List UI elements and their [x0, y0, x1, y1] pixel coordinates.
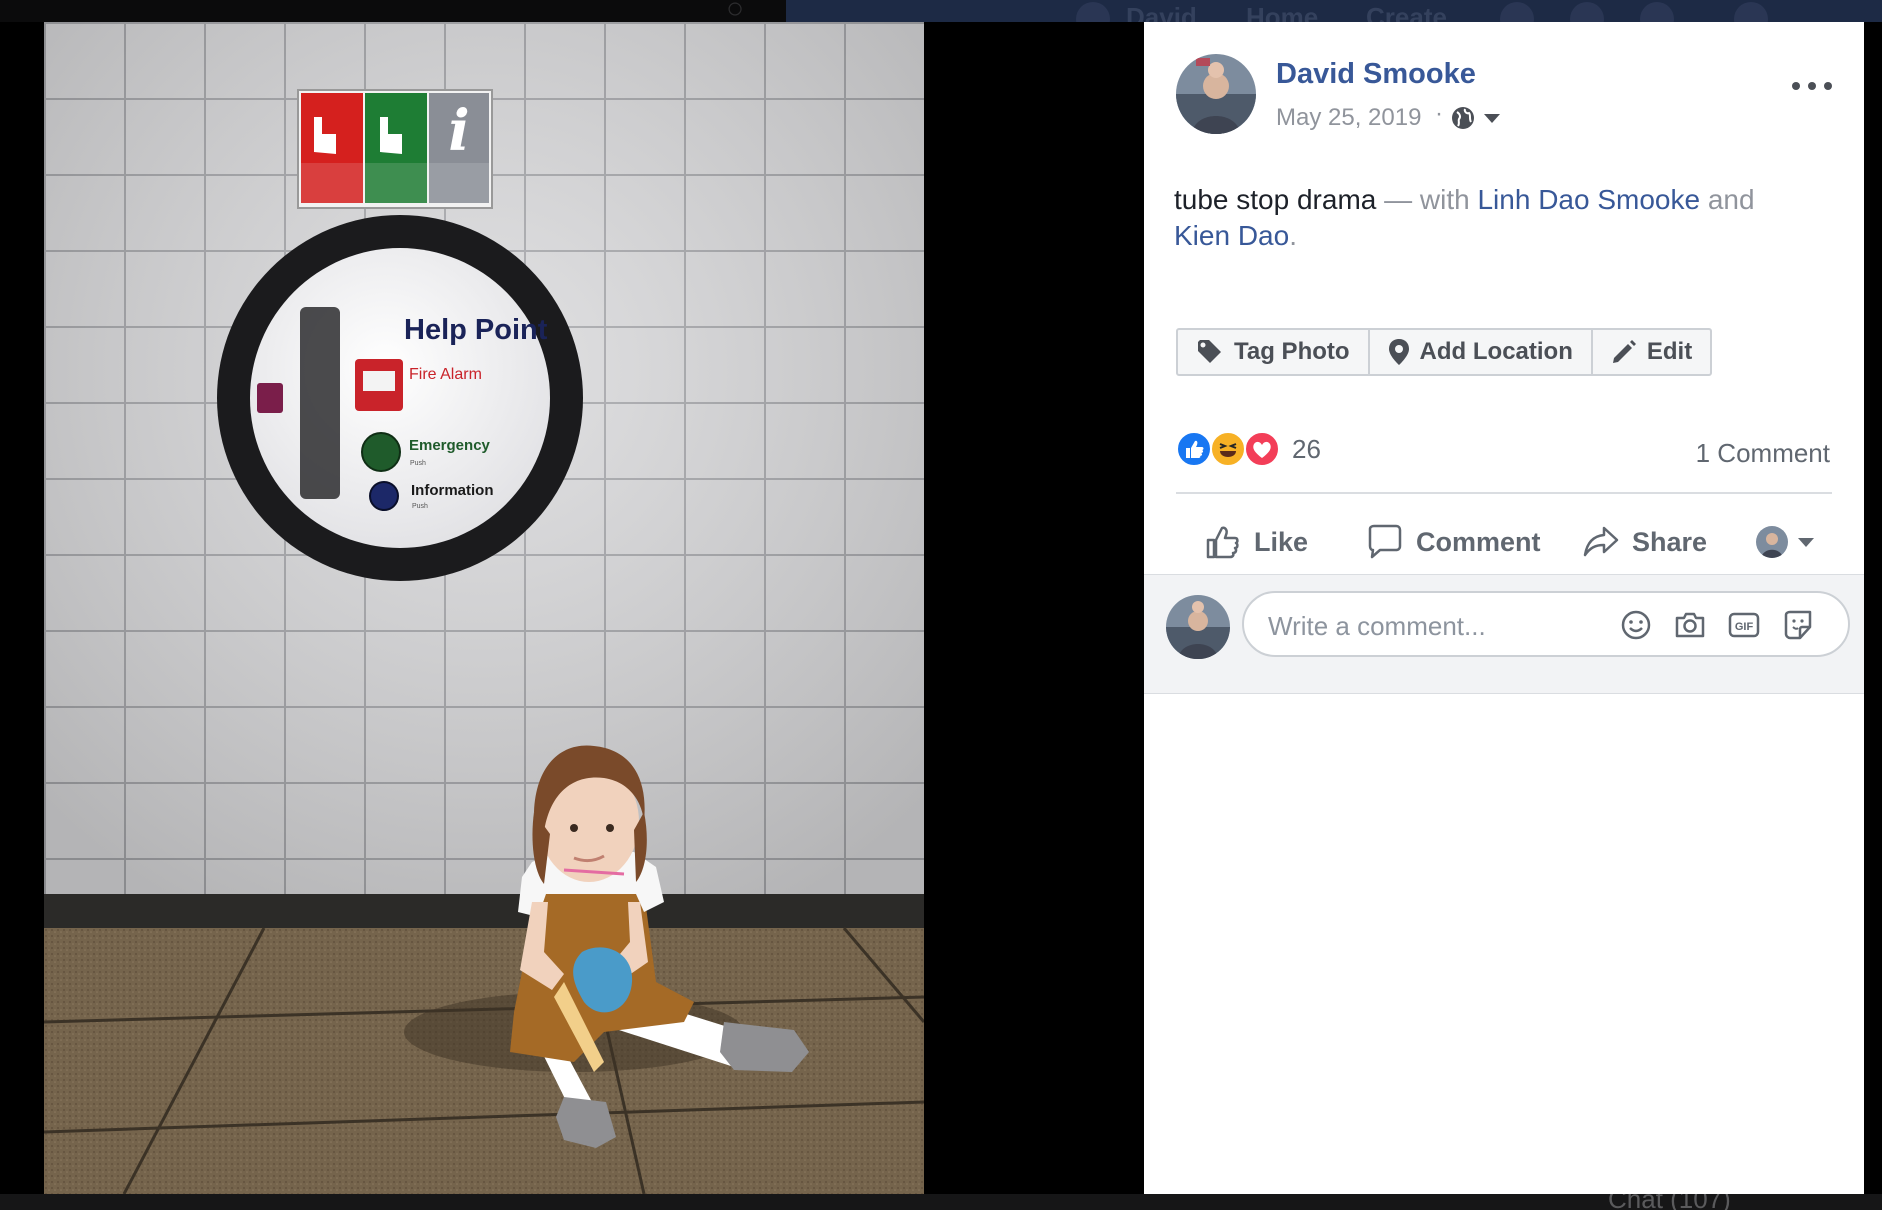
- commenter-avatar[interactable]: [1166, 595, 1230, 659]
- divider: [1176, 492, 1832, 494]
- nav-create: Create: [1366, 2, 1447, 22]
- like-label: Like: [1254, 526, 1309, 557]
- help-point-title: Help Point: [404, 314, 548, 346]
- comment-count[interactable]: 1 Comment: [1696, 438, 1830, 469]
- post-date[interactable]: May 25, 2019: [1276, 104, 1421, 132]
- help-point: Help Point Fire Alarm Emergency Push Inf…: [217, 215, 583, 581]
- tag-photo-label: Tag Photo: [1234, 338, 1350, 365]
- post-as-selector[interactable]: [1756, 518, 1814, 566]
- love-reaction-icon: [1244, 431, 1280, 467]
- photo-image: i Help Point Fire Alarm Emergency Push I…: [44, 22, 924, 1194]
- comment-label: Comment: [1416, 526, 1541, 557]
- reaction-count[interactable]: 26: [1292, 434, 1321, 465]
- information-label: Information: [411, 482, 494, 499]
- svg-text:GIF: GIF: [1735, 621, 1754, 633]
- comment-button[interactable]: Comment: [1366, 518, 1541, 566]
- tagged-person-link[interactable]: Linh Dao Smooke: [1477, 184, 1700, 215]
- author-avatar[interactable]: [1176, 54, 1256, 134]
- tagged-person-link[interactable]: Kien Dao: [1174, 220, 1289, 251]
- camera-icon[interactable]: [1674, 609, 1706, 641]
- location-pin-icon: [1388, 339, 1409, 365]
- nav-profile-name: David: [1126, 2, 1197, 22]
- more-options-icon[interactable]: [1792, 82, 1832, 96]
- edit-button[interactable]: Edit: [1593, 330, 1710, 374]
- background-nav-strip: [786, 0, 1882, 22]
- selector-avatar: [1756, 526, 1788, 558]
- add-location-label: Add Location: [1419, 338, 1573, 365]
- comment-input[interactable]: Write a comment... GIF: [1242, 591, 1850, 657]
- caption-with: — with: [1376, 184, 1478, 215]
- share-arrow-icon: [1583, 526, 1619, 557]
- date-separator: ·: [1435, 100, 1443, 127]
- emergency-label: Emergency: [409, 437, 491, 454]
- caption-and: and: [1700, 184, 1755, 215]
- like-button[interactable]: Like: [1204, 518, 1308, 566]
- gif-icon[interactable]: GIF: [1728, 609, 1760, 641]
- add-location-button[interactable]: Add Location: [1370, 330, 1593, 374]
- sticker-icon[interactable]: [1782, 609, 1814, 641]
- fire-alarm-label: Fire Alarm: [409, 366, 482, 383]
- chat-label: Chat (107): [1608, 1194, 1731, 1210]
- comment-bubble-icon: [1368, 524, 1402, 559]
- caption-end: .: [1289, 220, 1297, 251]
- haha-reaction-icon: [1210, 431, 1246, 467]
- photo-actions: Tag Photo Add Location Edit: [1176, 328, 1713, 376]
- comment-placeholder: Write a comment...: [1268, 611, 1486, 641]
- thumbs-up-icon: [1206, 526, 1239, 559]
- globe-icon[interactable]: [1450, 105, 1476, 131]
- edit-label: Edit: [1646, 338, 1693, 365]
- comment-composer: Write a comment... GIF: [1144, 574, 1864, 694]
- emoji-icon[interactable]: [1620, 609, 1652, 641]
- safety-sign: i: [297, 89, 493, 209]
- search-icon: ○: [726, 0, 745, 22]
- tag-photo-button[interactable]: Tag Photo: [1178, 330, 1370, 374]
- caption-text: tube stop drama: [1174, 184, 1377, 215]
- author-name[interactable]: David Smooke: [1276, 58, 1476, 91]
- nav-home: Home: [1246, 2, 1319, 22]
- tag-icon: [1198, 340, 1221, 363]
- pencil-icon: [1612, 340, 1636, 363]
- info-letter: i: [448, 98, 469, 164]
- post-details-panel: David Smooke May 25, 2019 · tube stop dr…: [1144, 22, 1864, 1194]
- share-label: Share: [1632, 526, 1708, 557]
- share-button[interactable]: Share: [1582, 518, 1707, 566]
- emergency-push-label: Push: [410, 460, 426, 467]
- privacy-dropdown-icon[interactable]: [1484, 114, 1500, 123]
- like-reaction-icon: [1176, 431, 1212, 467]
- chevron-down-icon: [1798, 537, 1814, 547]
- reactions-summary[interactable]: 26: [1176, 430, 1321, 468]
- post-caption: tube stop drama — with Linh Dao Smooke a…: [1174, 182, 1834, 254]
- background-bottom-bar: Chat (107): [0, 1194, 1882, 1210]
- background-top-bar: ○ David Home Create: [0, 0, 1882, 22]
- post-photo[interactable]: i Help Point Fire Alarm Emergency Push I…: [44, 22, 924, 1194]
- information-push-label: Push: [412, 503, 428, 510]
